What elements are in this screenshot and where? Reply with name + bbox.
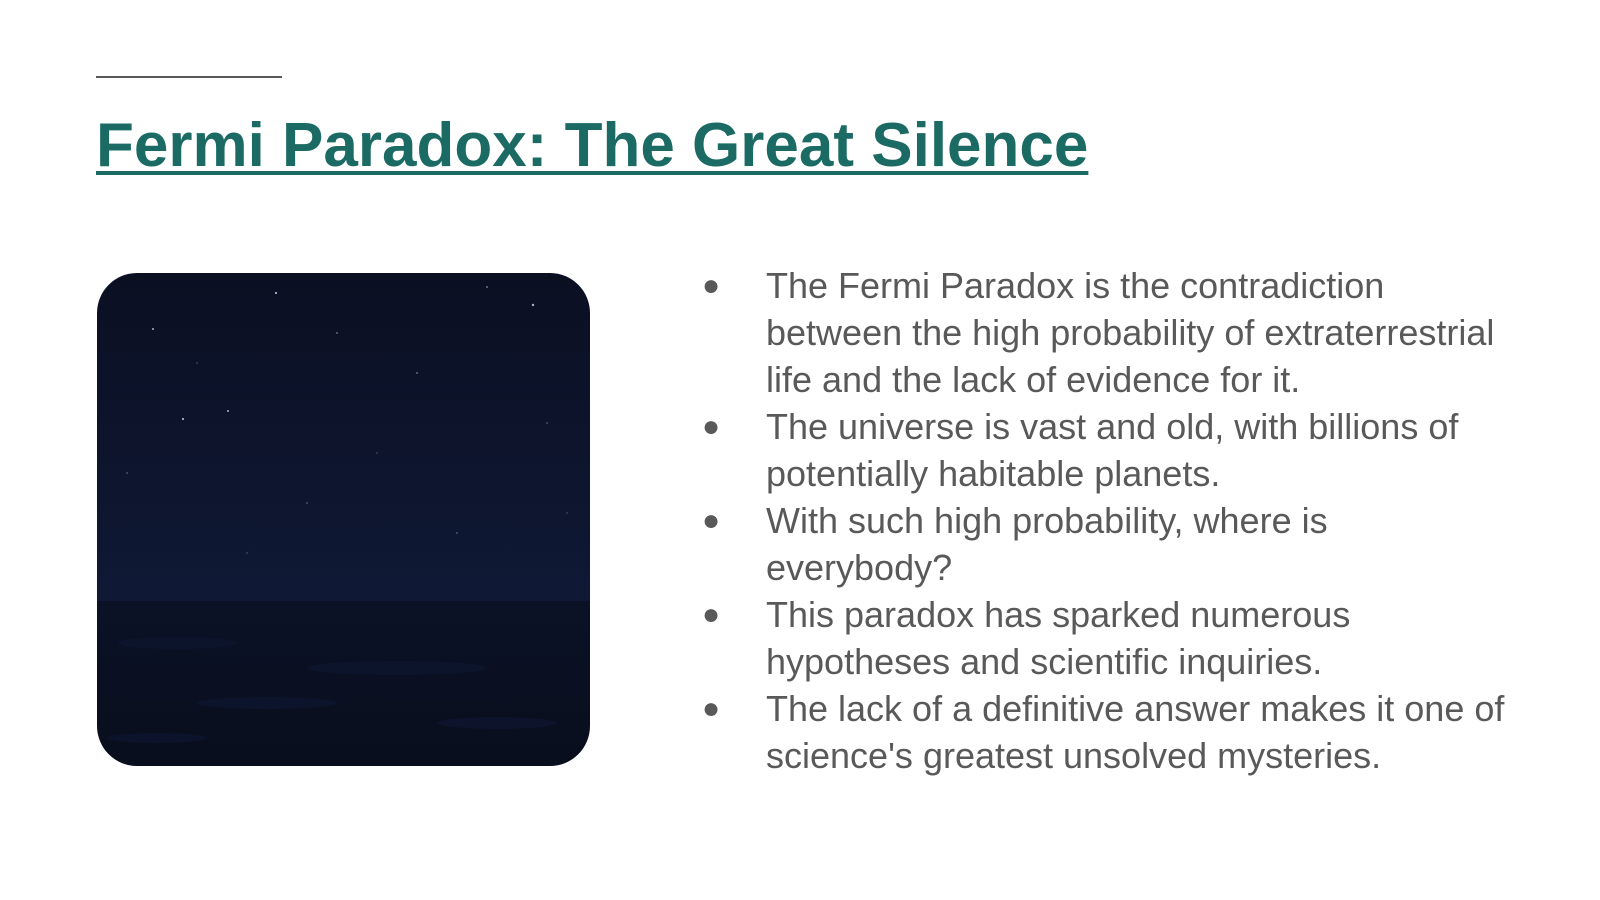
bullet-item: ● With such high probability, where is e… — [702, 497, 1522, 591]
bullet-item: ● The universe is vast and old, with bil… — [702, 403, 1522, 497]
slide-title: Fermi Paradox: The Great Silence — [96, 111, 1089, 180]
bullet-dot: ● — [702, 504, 721, 537]
bullet-text: The lack of a definitive answer makes it… — [766, 688, 1505, 776]
bullet-text: With such high probability, where is eve… — [766, 500, 1328, 588]
bullet-text: The Fermi Paradox is the contradiction b… — [766, 265, 1495, 400]
night-sky-over-sea-image — [97, 273, 590, 766]
bullet-item: ● The lack of a definitive answer makes … — [702, 685, 1522, 779]
bullet-item: ● The Fermi Paradox is the contradiction… — [702, 262, 1522, 403]
bullet-dot: ● — [702, 692, 721, 725]
bullet-text: This paradox has sparked numerous hypoth… — [766, 594, 1351, 682]
bullet-text: The universe is vast and old, with billi… — [766, 406, 1459, 494]
bullet-item: ● This paradox has sparked numerous hypo… — [702, 591, 1522, 685]
bullet-dot: ● — [702, 269, 721, 302]
accent-rule — [96, 76, 282, 78]
bullet-list: ● The Fermi Paradox is the contradiction… — [702, 262, 1522, 779]
night-sky-svg — [97, 273, 590, 766]
sky — [97, 273, 590, 603]
bullet-dot: ● — [702, 598, 721, 631]
slide: Fermi Paradox: The Great Silence ● The F… — [0, 0, 1600, 900]
bullet-dot: ● — [702, 410, 721, 443]
